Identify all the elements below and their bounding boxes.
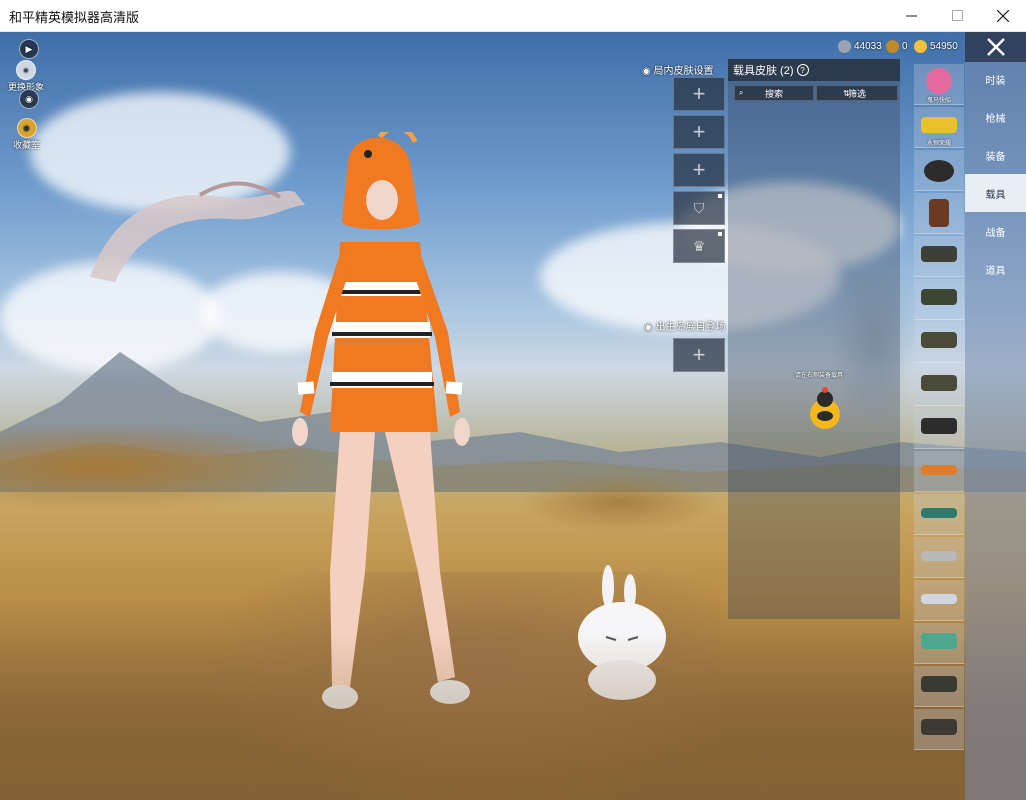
tab-props[interactable]: 道具: [965, 250, 1026, 288]
panel-close-button[interactable]: [965, 32, 1026, 62]
vehicle-item[interactable]: [914, 580, 964, 621]
vehicle-thumbnail: [921, 246, 957, 262]
vehicle-item[interactable]: [914, 365, 964, 406]
outfit-slot-2[interactable]: +: [673, 115, 725, 149]
vehicle-thumbnail: [921, 418, 957, 434]
filter-button[interactable]: ⇅ 筛选: [816, 85, 898, 101]
spawn-island-entrance[interactable]: ◉ 出生岛展自登场: [644, 318, 726, 333]
vehicle-thumbnail: [921, 375, 957, 391]
vehicle-skin-title: 载具皮肤 (2): [733, 65, 794, 77]
vehicle-item[interactable]: [914, 193, 964, 234]
outfit-slot-5[interactable]: ♛: [673, 229, 725, 263]
tab-equipment[interactable]: 装备: [965, 136, 1026, 174]
vehicle-item[interactable]: [914, 709, 964, 750]
maximize-button[interactable]: [934, 0, 980, 31]
in-game-skin-settings[interactable]: ◉ 局内皮肤设置: [642, 62, 714, 77]
vehicle-thumbnail: [921, 289, 957, 305]
grass-foreground: [0, 632, 1026, 800]
close-button[interactable]: [980, 0, 1026, 31]
vehicle-thumbnail: [921, 719, 957, 735]
window-title: 和平精英模拟器高清版: [9, 10, 140, 25]
minimize-button[interactable]: [888, 0, 934, 31]
vehicle-item[interactable]: [914, 494, 964, 535]
crown-icon: ♛: [692, 237, 706, 254]
vehicle-item[interactable]: [914, 666, 964, 707]
vehicle-thumbnail: [921, 676, 957, 692]
filter-icon: ⇅: [843, 88, 850, 98]
vehicle-item[interactable]: [914, 408, 964, 449]
vehicle-skin-panel: 载具皮肤 (2) ? ⌕ 搜索 ⇅ 筛选: [728, 59, 900, 619]
silver-currency: 44033: [838, 38, 882, 54]
collection-icon: ☻: [16, 118, 37, 138]
vehicle-item[interactable]: [914, 236, 964, 277]
vehicle-item[interactable]: [914, 537, 964, 578]
vehicle-thumbnail: [921, 508, 957, 518]
vehicle-item[interactable]: [914, 150, 964, 191]
title-bar: 和平精英模拟器高清版: [0, 0, 1026, 32]
vehicle-thumbnail: [921, 117, 957, 133]
gold-currency: 54950: [914, 38, 958, 54]
emblem-icon: ⛉: [693, 199, 705, 216]
play-control[interactable]: ▶: [19, 39, 39, 59]
vehicle-item[interactable]: [914, 322, 964, 363]
eye-icon: ◉: [19, 89, 39, 109]
tab-battle[interactable]: 战备: [965, 212, 1026, 250]
badge-currency: 0: [886, 38, 908, 54]
tree-line: [520, 472, 720, 532]
vehicle-thumbnail: [921, 551, 957, 561]
search-icon: ⌕: [739, 88, 744, 97]
silver-amount: 44033: [854, 40, 882, 52]
outfit-slot-4[interactable]: ⛉: [673, 191, 725, 225]
vehicle-preview-label: 请在右侧装备载具: [795, 373, 844, 379]
outfit-slot-1[interactable]: +: [673, 77, 725, 111]
vehicle-thumbnail: [921, 465, 957, 475]
gold-coin-icon: [914, 39, 927, 53]
vehicle-item[interactable]: [914, 623, 964, 664]
silver-coin-icon: [838, 39, 851, 53]
vehicle-skin-header: 载具皮肤 (2) ?: [728, 59, 900, 81]
vehicle-thumbnail: [921, 633, 957, 649]
minimize-icon: [905, 15, 917, 17]
play-icon: ▶: [19, 39, 39, 59]
category-sidebar: 时装 枪械 装备 载具 战备 道具: [965, 32, 1026, 800]
vehicle-thumbnail: [924, 160, 954, 182]
badge-coin-icon: [886, 39, 899, 53]
vehicle-item[interactable]: 永恒荣耀: [914, 107, 964, 148]
vehicle-thumbnail: [921, 332, 957, 348]
collection-room-button[interactable]: ☻ 收藏室: [13, 118, 40, 151]
vehicle-thumbnail: [921, 594, 957, 604]
vehicle-preview-bird: [810, 387, 840, 429]
tab-vehicles[interactable]: 载具: [965, 174, 1026, 212]
gold-amount: 54950: [930, 40, 958, 52]
badge-amount: 0: [902, 40, 908, 52]
search-button[interactable]: ⌕ 搜索: [734, 85, 814, 101]
vehicle-item[interactable]: [914, 279, 964, 320]
spawn-slot[interactable]: +: [673, 338, 725, 372]
vehicle-item[interactable]: [914, 451, 964, 492]
close-icon: [986, 38, 1005, 56]
settings-dot-icon: ◉: [642, 66, 654, 77]
vehicle-item[interactable]: 鬼马快船: [914, 64, 964, 105]
maximize-icon: [951, 10, 963, 21]
tab-guns[interactable]: 枪械: [965, 98, 1026, 136]
outfit-slot-3[interactable]: +: [673, 153, 725, 187]
vehicle-thumbnail: [929, 199, 949, 227]
settings-dot-icon: ◉: [644, 322, 656, 333]
tab-fashion[interactable]: 时装: [965, 60, 1026, 98]
visibility-button[interactable]: ◉: [19, 89, 39, 109]
vehicle-thumbnail: [926, 68, 952, 94]
help-icon[interactable]: ?: [796, 64, 809, 76]
person-icon: ●: [16, 60, 36, 80]
close-icon: [997, 9, 1009, 22]
collection-room-label: 收藏室: [13, 140, 41, 150]
